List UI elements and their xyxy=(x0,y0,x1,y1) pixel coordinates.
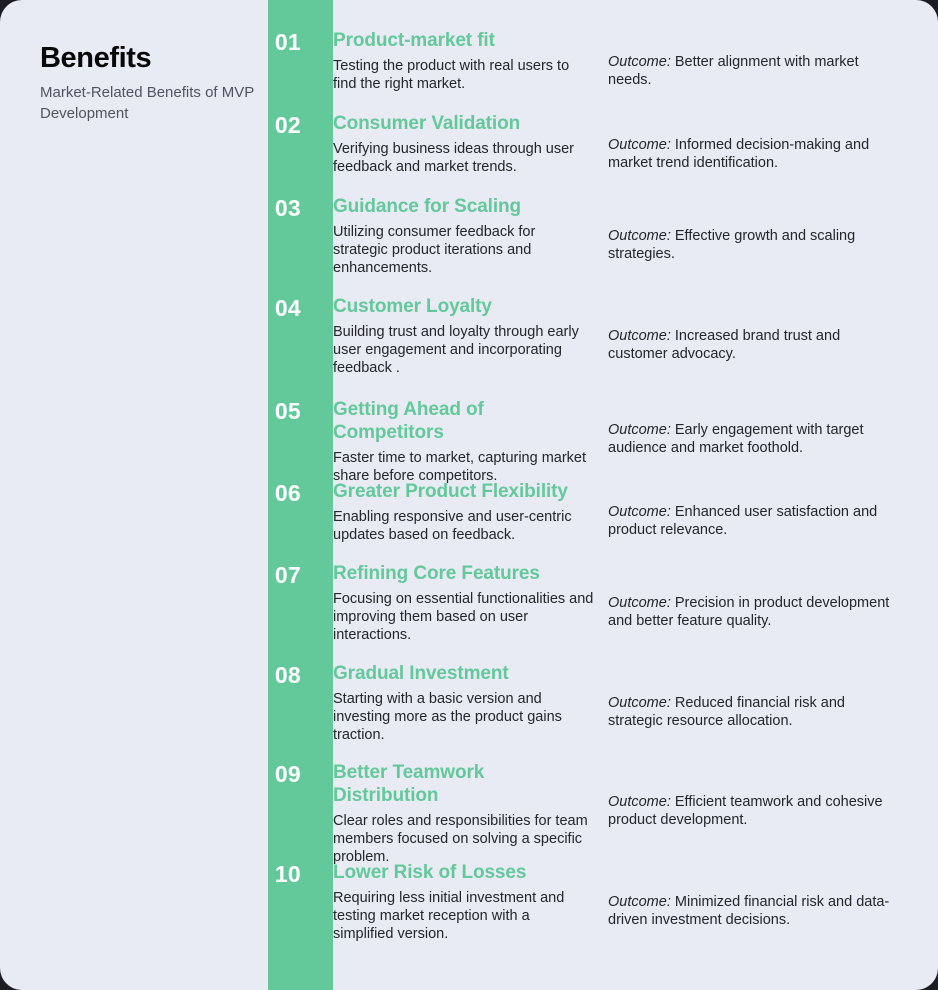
benefit-title: Product-market fit xyxy=(333,30,495,51)
benefit-main-cell: Greater Product Flexibility Enabling resp… xyxy=(333,481,608,563)
benefit-row: 03 Guidance for Scaling Utilizing consumer… xyxy=(0,196,938,296)
benefit-outcome-cell: Outcome: Enhanced user satisfaction and … xyxy=(608,481,938,563)
benefit-description: Starting with a basic version and invest… xyxy=(333,690,562,743)
benefit-number: 03 xyxy=(274,195,301,221)
benefit-number: 04 xyxy=(274,295,301,321)
benefit-outcome-cell: Outcome: Early engagement with target au… xyxy=(608,399,938,481)
benefit-main-cell: Getting Ahead of Competitors Faster time … xyxy=(333,399,608,484)
outcome-label: Outcome: xyxy=(608,53,671,70)
outcome-label: Outcome: xyxy=(608,695,671,712)
outcome-label: Outcome: xyxy=(608,504,671,521)
benefit-outcome: Outcome: Better alignment with market ne… xyxy=(608,54,896,90)
benefit-title: Consumer Validation xyxy=(333,113,521,134)
page-subtitle: Market-Related Benefits of MVP Developme… xyxy=(40,84,254,123)
benefit-number: 02 xyxy=(274,112,301,138)
benefit-number: 05 xyxy=(274,398,301,424)
benefit-outcome-cell: Outcome: Precision in product developmen… xyxy=(608,563,938,663)
benefit-main-cell: Product-market fit Testing the product wi… xyxy=(333,30,608,113)
benefit-number: 01 xyxy=(274,29,301,55)
benefit-row: 07 Refining Core Features Focusing on esse… xyxy=(0,563,938,663)
benefits-card: Benefits Market-Related Benefits of MVP … xyxy=(0,0,938,990)
benefit-number: 07 xyxy=(274,562,301,588)
benefit-description: Building trust and loyalty through early… xyxy=(333,323,579,376)
benefit-number-cell: 06 xyxy=(0,481,333,563)
benefit-outcome: Outcome: Early engagement with target au… xyxy=(608,422,896,458)
benefit-title: Lower Risk of Losses xyxy=(333,862,527,883)
benefit-row: 09 Better Teamwork Distribution Clear role… xyxy=(0,762,938,865)
benefit-title: Refining Core Features xyxy=(333,563,540,584)
benefit-outcome: Outcome: Precision in product developmen… xyxy=(608,595,896,631)
benefit-title: Guidance for Scaling xyxy=(333,196,522,217)
outcome-label: Outcome: xyxy=(608,136,671,153)
benefit-row: 02 Consumer Validation Verifying business … xyxy=(0,113,938,196)
benefit-number-cell: 07 xyxy=(0,563,333,663)
benefit-outcome: Outcome: Efficient teamwork and cohesive… xyxy=(608,794,896,830)
benefit-title: Greater Product Flexibility xyxy=(333,481,568,502)
benefit-number-cell: 08 xyxy=(0,663,333,763)
outcome-label: Outcome: xyxy=(608,894,671,911)
benefit-row: 06 Greater Product Flexibility Enabling re… xyxy=(0,481,938,563)
benefit-outcome: Outcome: Effective growth and scaling st… xyxy=(608,228,896,264)
benefit-description: Testing the product with real users to f… xyxy=(333,57,570,92)
benefit-outcome: Outcome: Informed decision-making and ma… xyxy=(608,137,896,173)
outcome-label: Outcome: xyxy=(608,794,671,811)
outcome-label: Outcome: xyxy=(608,422,671,439)
benefit-row: 05 Getting Ahead of Competitors Faster tim… xyxy=(0,399,938,484)
benefit-outcome-cell: Outcome: Efficient teamwork and cohesive… xyxy=(608,762,938,862)
benefit-title: Customer Loyalty xyxy=(333,296,492,317)
benefit-number: 06 xyxy=(274,480,301,506)
benefit-number-cell: 09 xyxy=(0,762,333,862)
benefit-main-cell: Consumer Validation Verifying business id… xyxy=(333,113,608,196)
benefit-title: Gradual Investment xyxy=(333,663,509,684)
outcome-label: Outcome: xyxy=(608,228,671,245)
benefit-description: Verifying business ideas through user fe… xyxy=(333,140,575,175)
benefit-description: Clear roles and responsibilities for tea… xyxy=(333,812,588,865)
benefit-number-cell: 02 xyxy=(0,113,333,196)
benefit-main-cell: Refining Core Features Focusing on essent… xyxy=(333,563,608,663)
benefit-row: 10 Lower Risk of Losses Requiring less ini… xyxy=(0,862,938,962)
outcome-label: Outcome: xyxy=(608,328,671,345)
benefit-outcome-cell: Outcome: Informed decision-making and ma… xyxy=(608,113,938,196)
benefit-outcome-cell: Outcome: Reduced financial risk and stra… xyxy=(608,663,938,763)
benefit-main-cell: Better Teamwork Distribution Clear roles … xyxy=(333,762,608,865)
outcome-label: Outcome: xyxy=(608,595,671,612)
benefit-outcome-cell: Outcome: Better alignment with market ne… xyxy=(608,30,938,113)
benefit-number: 10 xyxy=(274,861,301,887)
benefit-row: 04 Customer Loyalty Building trust and loy… xyxy=(0,296,938,396)
benefit-description: Utilizing consumer feedback for strategi… xyxy=(333,223,536,276)
benefit-description: Focusing on essential functionalities an… xyxy=(333,590,594,643)
card-header: Benefits Market-Related Benefits of MVP … xyxy=(40,42,255,125)
benefit-outcome: Outcome: Reduced financial risk and stra… xyxy=(608,695,896,731)
benefit-description: Requiring less initial investment and te… xyxy=(333,889,565,942)
benefit-outcome-cell: Outcome: Effective growth and scaling st… xyxy=(608,196,938,296)
benefit-main-cell: Customer Loyalty Building trust and loyal… xyxy=(333,296,608,396)
benefit-outcome: Outcome: Enhanced user satisfaction and … xyxy=(608,504,896,540)
benefit-outcome: Outcome: Minimized financial risk and da… xyxy=(608,894,896,930)
benefit-main-cell: Guidance for Scaling Utilizing consumer f… xyxy=(333,196,608,296)
benefit-number-cell: 03 xyxy=(0,196,333,296)
benefit-number: 09 xyxy=(274,761,301,787)
benefit-outcome-cell: Outcome: Increased brand trust and custo… xyxy=(608,296,938,396)
benefit-row: 08 Gradual Investment Starting with a basi… xyxy=(0,663,938,763)
benefit-number: 08 xyxy=(274,662,301,688)
page-title: Benefits xyxy=(40,42,152,74)
benefit-number-cell: 04 xyxy=(0,296,333,396)
benefit-title: Better Teamwork Distribution xyxy=(333,762,485,806)
benefit-outcome-cell: Outcome: Minimized financial risk and da… xyxy=(608,862,938,962)
benefit-number-cell: 10 xyxy=(0,862,333,962)
benefit-outcome: Outcome: Increased brand trust and custo… xyxy=(608,328,896,364)
benefit-description: Enabling responsive and user-centric upd… xyxy=(333,508,572,543)
benefit-number-cell: 05 xyxy=(0,399,333,481)
benefit-main-cell: Gradual Investment Starting with a basic … xyxy=(333,663,608,763)
benefit-main-cell: Lower Risk of Losses Requiring less initi… xyxy=(333,862,608,962)
benefit-title: Getting Ahead of Competitors xyxy=(333,399,484,443)
